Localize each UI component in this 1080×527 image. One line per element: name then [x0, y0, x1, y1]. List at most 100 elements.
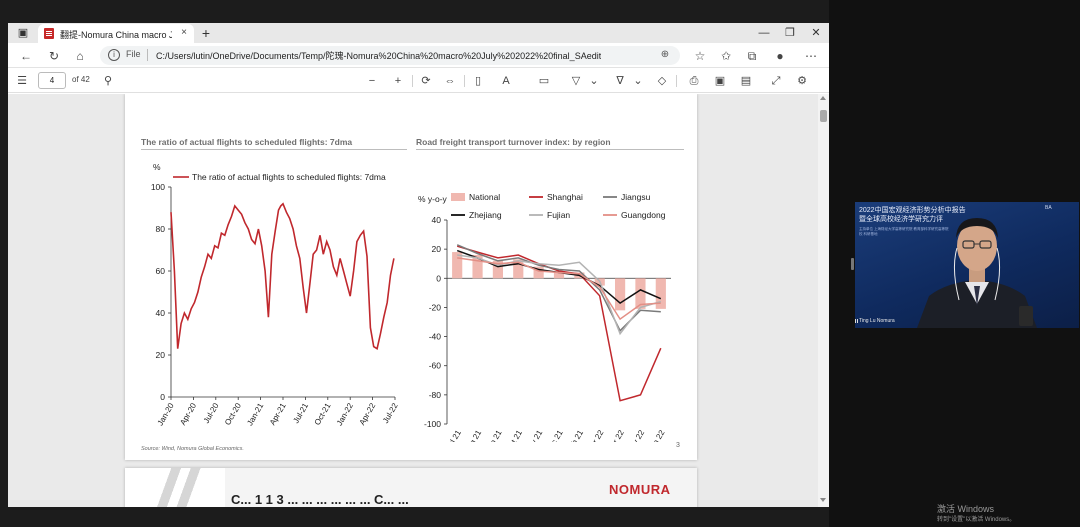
search-icon[interactable]: ⚲: [100, 73, 116, 89]
chart2-line-guangdong: [457, 257, 661, 321]
settings-gear-icon[interactable]: ⚙: [794, 73, 810, 89]
signal-icon: [855, 319, 858, 323]
info-icon[interactable]: i: [108, 49, 120, 61]
save-as-icon[interactable]: ▤: [738, 73, 754, 89]
address-bar[interactable]: i File C:/Users/lutin/OneDrive/Documents…: [100, 46, 680, 65]
page-number: 3: [676, 442, 680, 449]
scrollbar-thumb[interactable]: [820, 110, 827, 122]
read-aloud-text-icon[interactable]: A: [498, 73, 514, 89]
pdf-page: The ratio of actual flights to scheduled…: [125, 94, 697, 460]
chart2-y-tick-label: -60: [429, 361, 442, 371]
chart1-legend-label: The ratio of actual flights to scheduled…: [192, 172, 386, 182]
chart1-title: The ratio of actual flights to scheduled…: [141, 137, 353, 147]
zoom-out-icon[interactable]: −: [364, 73, 380, 89]
chart2-y-tick-label: 0: [436, 273, 441, 283]
chart1-x-tick-label: Jan-21: [245, 401, 265, 427]
chart2-bar-national: [615, 278, 626, 311]
expand-icon[interactable]: ⤢: [768, 73, 784, 89]
chart1-y-tick-label: 0: [160, 392, 165, 402]
chart1-x-tick-label: Jan-22: [335, 401, 355, 427]
chart1-x-tick-label: Apr-22: [358, 401, 378, 427]
scroll-down-icon[interactable]: [820, 498, 826, 502]
chart2-legend-swatch-national: [451, 193, 465, 201]
chart2-legend-label: Zhejiang: [469, 210, 502, 220]
page-decor-stripes: [125, 468, 225, 507]
chart2-y-tick-label: 20: [432, 244, 442, 254]
page-view-icon[interactable]: ▯: [470, 73, 486, 89]
toolbar-separator: [412, 75, 413, 87]
pdf-toolbar: ☰ 4 of 42 ⚲ − + ⟳ ⇔ ▯ A ▭ ▽ ⌄ ∇ ⌄ ◇ ⎙ ▣ …: [8, 69, 829, 93]
panel-collapse-handle[interactable]: [851, 258, 854, 270]
scroll-up-icon[interactable]: [820, 96, 826, 100]
minimize-button[interactable]: —: [756, 25, 772, 41]
refresh-icon[interactable]: ↻: [46, 48, 62, 64]
save-icon[interactable]: ▣: [712, 73, 728, 89]
chart2-title-rule: [416, 149, 684, 150]
chart2-y-unit: % y-o-y: [418, 194, 448, 204]
speaker-video[interactable]: 2022中国宏观经济形势分析中报告 暨全球高校经济学研究力评 主持单位 上海财经…: [855, 202, 1079, 328]
address-separator: [147, 49, 148, 61]
chart1-y-unit: %: [153, 162, 161, 172]
eraser-icon[interactable]: ◇: [654, 73, 670, 89]
chart1-x-tick-label: Apr-21: [268, 401, 288, 427]
chart2-y-tick-label: -20: [429, 302, 442, 312]
meeting-panel: 2022中国宏观经济形势分析中报告 暨全球高校经济学研究力评 主持单位 上海财经…: [829, 0, 1080, 527]
draw-icon[interactable]: ∇: [612, 73, 628, 89]
speaker-figure: [917, 218, 1037, 328]
collections-icon[interactable]: ⧉: [744, 48, 760, 64]
page-number-input[interactable]: 4: [38, 72, 66, 89]
chart1-title-rule: [141, 149, 407, 150]
chart2-y-tick-label: 40: [432, 215, 442, 225]
chart1-x-tick-label: Apr-20: [178, 401, 198, 427]
chart2-x-tick-label: Oct 21: [504, 428, 524, 442]
home-icon[interactable]: ⌂: [72, 48, 88, 64]
chart2-bar-national: [655, 278, 666, 309]
more-menu-icon[interactable]: ⋯: [803, 48, 819, 64]
flights-ratio-chart: %020406080100Jan-20 Apr-20 Jul-20 Oct-20 Jan…: [151, 162, 400, 427]
zoom-icon[interactable]: ⊕: [658, 48, 672, 62]
tab-pdf[interactable]: 翻提-Nomura China macro July ×: [38, 24, 194, 43]
chart2-y-tick-label: -100: [424, 419, 441, 429]
favorites-icon[interactable]: ✩: [718, 48, 734, 64]
zoom-in-icon[interactable]: +: [390, 73, 406, 89]
chart1-x-tick-label: Oct-20: [223, 401, 243, 427]
vertical-scrollbar[interactable]: [818, 94, 829, 507]
tab-title: 翻提-Nomura China macro July: [60, 30, 172, 40]
chart2-x-tick-label: Nov 21: [524, 428, 545, 442]
back-icon[interactable]: ←: [18, 48, 34, 64]
chart2-x-tick-label: Aug 21: [463, 428, 484, 442]
text-box-icon[interactable]: ▭: [536, 73, 552, 89]
chart2-x-tick-label: Jun 22: [647, 428, 667, 442]
chart1-x-tick-label: Jan-20: [156, 401, 176, 427]
browser-window: ▣ 翻提-Nomura China macro July × + — ❐ ✕ ←…: [8, 23, 829, 507]
print-icon[interactable]: ⎙: [686, 73, 702, 89]
contents-icon[interactable]: ☰: [14, 73, 30, 89]
windows-activation-hint: 转到"设置"以激活 Windows。: [937, 517, 1016, 523]
speaker-name-tag: Ting Lu Nomura: [859, 318, 895, 324]
tab-actions-icon[interactable]: ▣: [16, 26, 30, 40]
chart1-y-tick-label: 60: [156, 266, 166, 276]
highlight-options-icon[interactable]: ⌄: [586, 73, 602, 89]
close-window-button[interactable]: ✕: [808, 25, 824, 41]
chart1-y-tick-label: 20: [156, 350, 166, 360]
fit-page-icon[interactable]: ⇔: [442, 73, 458, 89]
read-aloud-icon[interactable]: ☆: [692, 48, 708, 64]
next-pdf-page: C... 1 1 3 ... ... ... ... ... ... C... …: [125, 468, 697, 507]
pdf-icon: [44, 28, 54, 39]
chart2-x-tick-label: Apr 22: [606, 428, 626, 442]
new-tab-button[interactable]: +: [198, 25, 214, 41]
profile-avatar-icon[interactable]: ●: [772, 48, 788, 64]
road-freight-chart: % y-o-y -100 -80 -60 -40 -20 0 20 40 Jul 21 Aug 21…: [418, 192, 671, 442]
next-page-heading: C... 1 1 3 ... ... ... ... ... ... C... …: [231, 492, 409, 507]
restore-button[interactable]: ❐: [782, 25, 798, 41]
url-text[interactable]: C:/Users/lutin/OneDrive/Documents/Temp/陀…: [156, 49, 601, 62]
draw-options-icon[interactable]: ⌄: [630, 73, 646, 89]
chart1-x-tick-label: Jul-20: [202, 401, 221, 425]
chart2-line-fujian: [457, 254, 662, 336]
highlight-icon[interactable]: ▽: [568, 73, 584, 89]
page-total: of 42: [72, 75, 90, 84]
pdf-viewer[interactable]: The ratio of actual flights to scheduled…: [8, 94, 829, 507]
toolbar-separator: [676, 75, 677, 87]
rotate-icon[interactable]: ⟳: [418, 73, 434, 89]
tab-close-icon[interactable]: ×: [178, 27, 190, 39]
